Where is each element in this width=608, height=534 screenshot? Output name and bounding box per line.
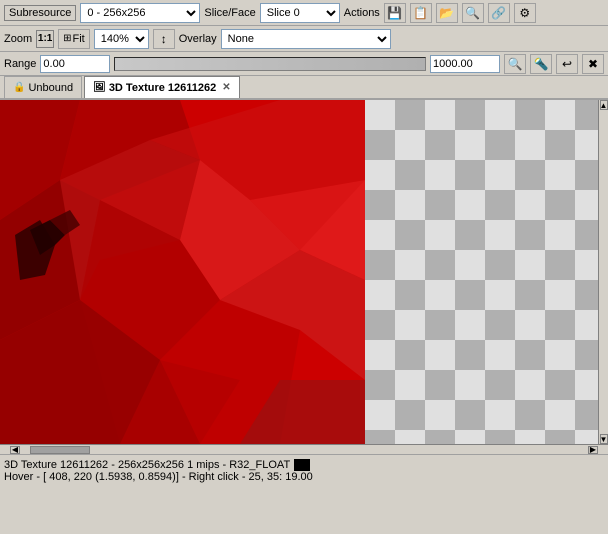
scrollbar-vertical[interactable]: ▲ ▼ [598, 100, 608, 444]
range-search-button[interactable]: 🔍 [504, 54, 526, 74]
status-bar: 3D Texture 12611262 - 256x256x256 1 mips… [0, 454, 608, 486]
scrollbar-horizontal[interactable]: ◀ ▶ [0, 444, 608, 454]
fit-icon: ⊞ [63, 33, 71, 44]
overlay-select[interactable]: None [221, 29, 391, 49]
tab-unbound-label: Unbound [28, 82, 73, 94]
canvas-area: ▲ ▼ [0, 100, 608, 444]
checker-pattern [365, 100, 598, 444]
texture-left[interactable] [0, 100, 365, 444]
range-min-input[interactable] [40, 55, 110, 73]
scrollbar-up-button[interactable]: ▲ [600, 100, 608, 110]
range-row: Range 🔍 🔦 ↩ ✖ [0, 52, 608, 76]
actions-label: Actions [344, 7, 380, 19]
status-text-2: Hover - [ 408, 220 (1.5938, 0.8594)] - R… [4, 471, 313, 483]
status-line-1: 3D Texture 12611262 - 256x256x256 1 mips… [4, 459, 604, 471]
tab-3d-texture-icon: 🖼 [93, 82, 106, 93]
slice-select[interactable]: Slice 0 [260, 3, 340, 23]
scrollbar-h-thumb[interactable] [30, 446, 90, 454]
info-action-button[interactable]: 🔍 [462, 3, 484, 23]
subresource-label: Subresource [4, 5, 76, 21]
zoom-percent-select[interactable]: 140% [94, 29, 149, 49]
tab-3d-texture-label: 3D Texture 12611262 [109, 82, 216, 94]
tabs-row: 🔒 Unbound 🖼 3D Texture 12611262 ✕ [0, 76, 608, 100]
slice-face-label: Slice/Face [204, 7, 255, 19]
range-slider[interactable] [114, 57, 426, 71]
tab-unbound-icon: 🔒 [13, 82, 25, 93]
range-label: Range [4, 58, 36, 70]
toolbar-row-1: Subresource 0 - 256x256 Slice/Face Slice… [0, 0, 608, 26]
tab-close-button[interactable]: ✕ [222, 82, 230, 93]
save-action-button[interactable]: 💾 [384, 3, 406, 23]
range-clear-button[interactable]: ✖ [582, 54, 604, 74]
range-max-input[interactable] [430, 55, 500, 73]
tab-3d-texture[interactable]: 🖼 3D Texture 12611262 ✕ [84, 76, 240, 98]
scrollbar-right-button[interactable]: ▶ [588, 446, 598, 454]
mip-select[interactable]: 0 - 256x256 [80, 3, 200, 23]
toolbar-row-2: Zoom 1:1 ⊞ Fit 140% ↕ Overlay None [0, 26, 608, 52]
range-reset-button[interactable]: ↩ [556, 54, 578, 74]
texture-svg [0, 100, 365, 444]
copy-action-button[interactable]: 📋 [410, 3, 432, 23]
zoom-1to1-button[interactable]: 1:1 [36, 30, 54, 48]
status-color-swatch [294, 459, 310, 471]
zoom-flip-button[interactable]: ↕ [153, 29, 175, 49]
status-line-2: Hover - [ 408, 220 (1.5938, 0.8594)] - R… [4, 471, 604, 483]
scrollbar-down-button[interactable]: ▼ [600, 434, 608, 444]
fit-button[interactable]: ⊞ Fit [58, 29, 90, 49]
open-action-button[interactable]: 📂 [436, 3, 458, 23]
link-action-button[interactable]: 🔗 [488, 3, 510, 23]
overlay-label: Overlay [179, 33, 217, 45]
scrollbar-left-button[interactable]: ◀ [10, 446, 20, 454]
texture-right[interactable] [365, 100, 598, 444]
status-text-1: 3D Texture 12611262 - 256x256x256 1 mips… [4, 459, 290, 471]
range-eyedropper-button[interactable]: 🔦 [530, 54, 552, 74]
settings-action-button[interactable]: ⚙ [514, 3, 536, 23]
tab-unbound[interactable]: 🔒 Unbound [4, 76, 82, 98]
zoom-label: Zoom [4, 33, 32, 45]
